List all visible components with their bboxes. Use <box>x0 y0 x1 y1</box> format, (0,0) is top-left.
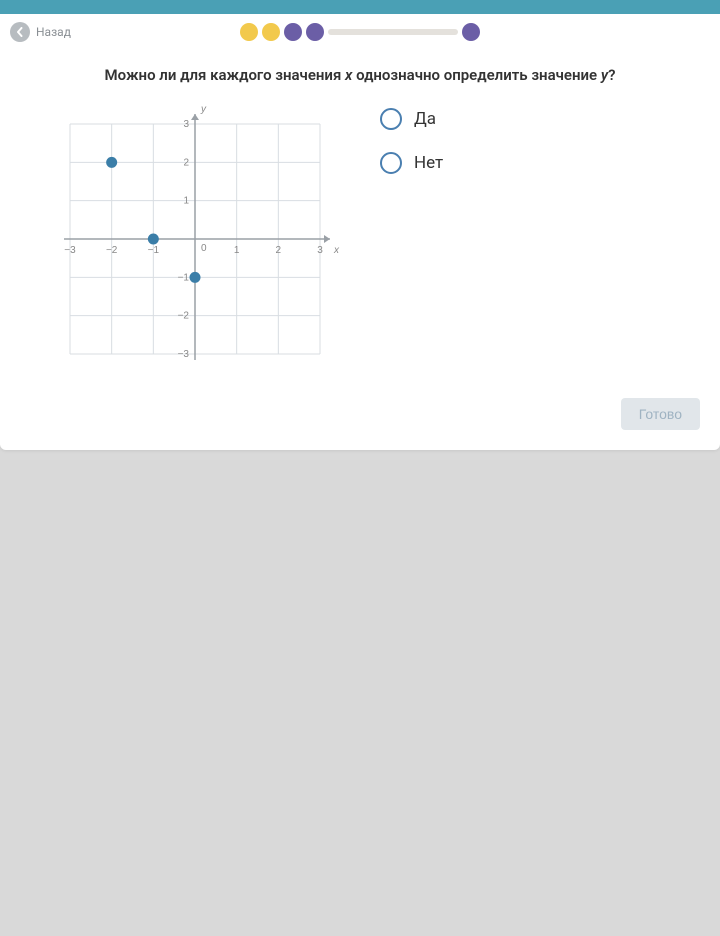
progress-dot <box>462 23 480 41</box>
progress-dot <box>284 23 302 41</box>
svg-text:−3: −3 <box>64 245 76 256</box>
answer-options: Да Нет <box>380 104 700 196</box>
svg-text:0: 0 <box>201 243 207 254</box>
svg-text:1: 1 <box>183 196 189 207</box>
progress-dot <box>262 23 280 41</box>
svg-text:3: 3 <box>183 119 189 130</box>
radio-icon <box>380 108 402 130</box>
svg-text:3: 3 <box>317 245 323 256</box>
svg-text:1: 1 <box>234 245 240 256</box>
svg-text:2: 2 <box>183 157 189 168</box>
progress-dot <box>306 23 324 41</box>
option-yes-label: Да <box>414 109 436 129</box>
progress-indicator <box>240 23 480 41</box>
chart: −3−2−10123−3−2−1123xy <box>50 104 340 378</box>
chevron-left-icon <box>10 22 30 42</box>
radio-icon <box>380 152 402 174</box>
submit-button[interactable]: Готово <box>621 398 700 430</box>
question-card: Можно ли для каждого значения x однознач… <box>0 48 720 450</box>
progress-dot <box>240 23 258 41</box>
svg-text:−2: −2 <box>106 245 118 256</box>
nav-row: Назад <box>0 14 720 48</box>
back-button[interactable]: Назад <box>10 22 71 42</box>
question-prefix: Можно ли для каждого значения <box>105 66 346 84</box>
back-label: Назад <box>36 25 71 39</box>
scatter-plot: −3−2−10123−3−2−1123xy <box>50 104 340 374</box>
question-text: Можно ли для каждого значения x однознач… <box>20 66 700 84</box>
question-yvar: y <box>601 66 608 84</box>
content-row: −3−2−10123−3−2−1123xy Да Нет <box>20 104 700 378</box>
progress-bar <box>328 29 458 35</box>
footer-row: Готово <box>20 398 700 430</box>
svg-text:−1: −1 <box>148 245 160 256</box>
svg-text:2: 2 <box>276 245 282 256</box>
svg-text:−2: −2 <box>178 311 190 322</box>
svg-text:y: y <box>200 104 207 115</box>
option-no-label: Нет <box>414 153 443 173</box>
option-no[interactable]: Нет <box>380 152 700 174</box>
svg-text:−1: −1 <box>178 272 190 283</box>
app-topbar <box>0 0 720 14</box>
svg-text:−3: −3 <box>178 349 190 360</box>
svg-text:x: x <box>333 245 340 256</box>
question-suffix: ? <box>608 66 615 84</box>
option-yes[interactable]: Да <box>380 108 700 130</box>
question-middle: однозначно определить значение <box>352 66 600 84</box>
